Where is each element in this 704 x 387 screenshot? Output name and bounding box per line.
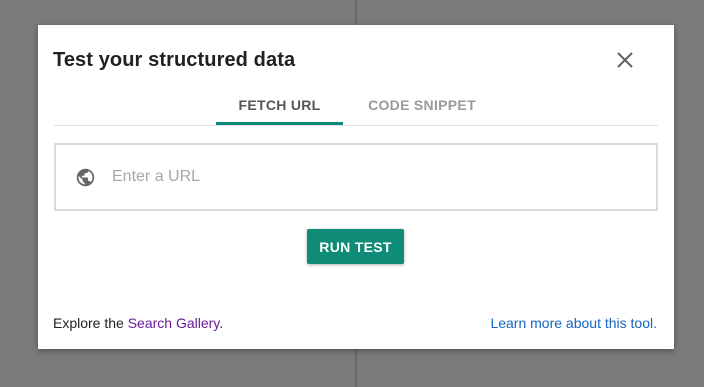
explore-text: Explore the Search Gallery. <box>53 315 223 331</box>
close-button[interactable] <box>614 49 636 71</box>
learn-more-link[interactable]: Learn more about this tool. <box>490 315 657 331</box>
tab-fetch-url[interactable]: FETCH URL <box>216 87 343 125</box>
explore-prefix: Explore the <box>53 315 128 331</box>
run-test-button[interactable]: RUN TEST <box>307 229 404 264</box>
globe-icon <box>76 168 95 187</box>
tab-bar: FETCH URL CODE SNIPPET <box>54 87 658 126</box>
tab-code-snippet[interactable]: CODE SNIPPET <box>354 87 490 123</box>
url-field-container[interactable] <box>54 143 658 211</box>
explore-suffix: . <box>219 315 224 331</box>
dialog-title: Test your structured data <box>53 49 296 71</box>
search-gallery-link[interactable]: Search Gallery <box>128 315 220 331</box>
structured-data-dialog: Test your structured data FETCH URL CODE… <box>38 25 674 349</box>
url-input[interactable] <box>112 163 632 191</box>
close-icon <box>617 52 633 68</box>
